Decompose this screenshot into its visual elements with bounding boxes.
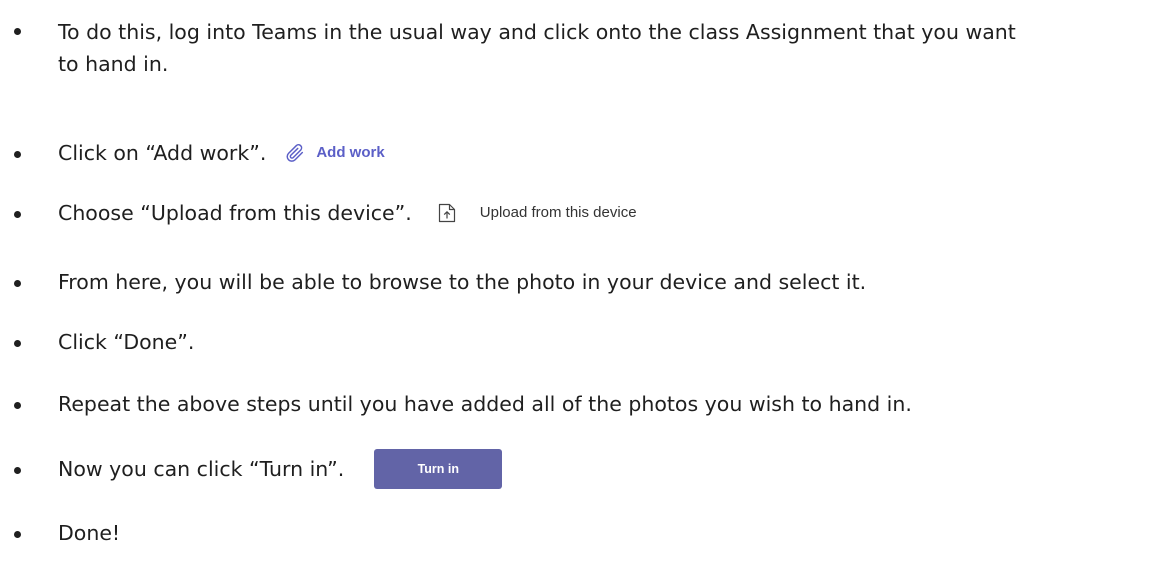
bullet [14,211,21,218]
bullet [14,531,21,538]
step-text: Click on “Add work”. [58,141,267,165]
step-text: Click “Done”. [58,330,195,354]
upload-from-device-option[interactable]: Upload from this device [438,199,637,227]
step-row: Choose “Upload from this device”. Upload… [58,199,1168,227]
step-text: Done! [58,521,121,545]
step-text-line-2: to hand in. [58,52,169,76]
bullet [14,340,21,347]
step-text: Repeat the above steps until you have ad… [58,392,912,416]
step-text: To do this, log into Teams in the usual … [58,16,1168,80]
bullet [14,402,21,409]
step-text: Now you can click “Turn in”. [58,457,345,481]
step-text: Choose “Upload from this device”. [58,201,412,225]
step-text: From here, you will be able to browse to… [58,270,867,294]
bullet [14,28,21,35]
step-row: Click on “Add work”. Add work [58,139,1168,167]
add-work-button[interactable]: Add work [284,139,385,167]
turn-in-button[interactable]: Turn in [374,449,503,489]
instructions-document: To do this, log into Teams in the usual … [0,0,1176,580]
upload-label: Upload from this device [479,204,637,221]
bullet [14,151,21,158]
bullet [14,280,21,287]
paperclip-icon [286,144,304,162]
upload-file-icon [438,203,455,223]
add-work-label: Add work [316,144,385,161]
step-text-line-1: To do this, log into Teams in the usual … [58,20,1016,44]
step-row: Now you can click “Turn in”. Turn in [58,449,1168,489]
bullet [14,467,21,474]
